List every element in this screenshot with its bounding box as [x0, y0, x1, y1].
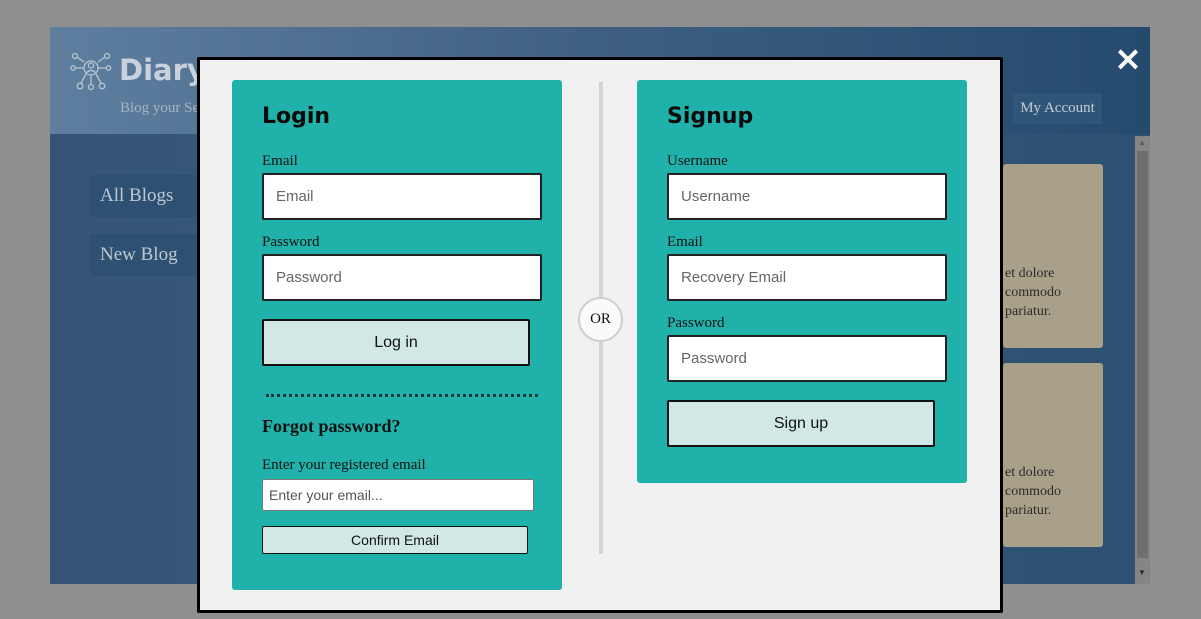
blog-card-excerpt: et dolore commodo pariatur. — [1005, 264, 1061, 321]
login-email-label: Email — [262, 153, 298, 169]
my-account-button[interactable]: My Account — [1013, 93, 1102, 124]
close-icon[interactable]: × — [1113, 42, 1143, 76]
sidebar-item-new-blog[interactable]: New Blog — [90, 234, 205, 276]
blog-card-line: commodo — [1005, 484, 1061, 499]
sidebar-item-all-blogs[interactable]: All Blogs — [90, 175, 205, 217]
blog-card-line: et dolore — [1005, 465, 1055, 480]
signup-email-label: Email — [667, 234, 703, 250]
forgot-email-label: Enter your registered email — [262, 457, 426, 473]
auth-modal: Login Email Password Log in Forgot passw… — [197, 57, 1003, 613]
signup-button[interactable]: Sign up — [667, 400, 935, 447]
signup-password-label: Password — [667, 315, 725, 331]
brand-name: Diary — [119, 53, 206, 87]
blog-card-excerpt: et dolore commodo pariatur. — [1005, 463, 1061, 520]
signup-username-label: Username — [667, 153, 728, 169]
scroll-down-arrow-icon[interactable]: ▼ — [1138, 568, 1146, 577]
blog-card[interactable]: et dolore commodo pariatur. — [1003, 363, 1103, 547]
blog-card[interactable]: et dolore commodo pariatur. — [1003, 164, 1103, 348]
confirm-email-button[interactable]: Confirm Email — [262, 526, 528, 554]
scroll-up-arrow-icon[interactable]: ▲ — [1138, 138, 1146, 147]
signup-username-input[interactable] — [667, 173, 947, 220]
blog-card-line: pariatur. — [1005, 304, 1052, 319]
login-button[interactable]: Log in — [262, 319, 530, 366]
or-separator: OR — [578, 297, 623, 342]
forgot-email-input[interactable] — [262, 479, 534, 511]
login-title: Login — [262, 104, 331, 129]
logo-icon — [70, 52, 112, 91]
login-password-input[interactable] — [262, 254, 542, 301]
signup-password-input[interactable] — [667, 335, 947, 382]
signup-title: Signup — [667, 104, 754, 129]
blog-card-line: commodo — [1005, 285, 1061, 300]
forgot-password-title: Forgot password? — [262, 416, 401, 436]
login-email-input[interactable] — [262, 173, 542, 220]
blog-card-line: pariatur. — [1005, 503, 1052, 518]
signup-panel: Signup Username Email Password Sign up — [637, 80, 967, 483]
scrollbar-thumb[interactable] — [1137, 151, 1148, 558]
blog-card-line: et dolore — [1005, 266, 1055, 281]
brand-tagline: Blog your Se — [120, 100, 200, 116]
login-password-label: Password — [262, 234, 320, 250]
signup-email-input[interactable] — [667, 254, 947, 301]
login-panel: Login Email Password Log in Forgot passw… — [232, 80, 562, 590]
divider — [266, 394, 538, 397]
